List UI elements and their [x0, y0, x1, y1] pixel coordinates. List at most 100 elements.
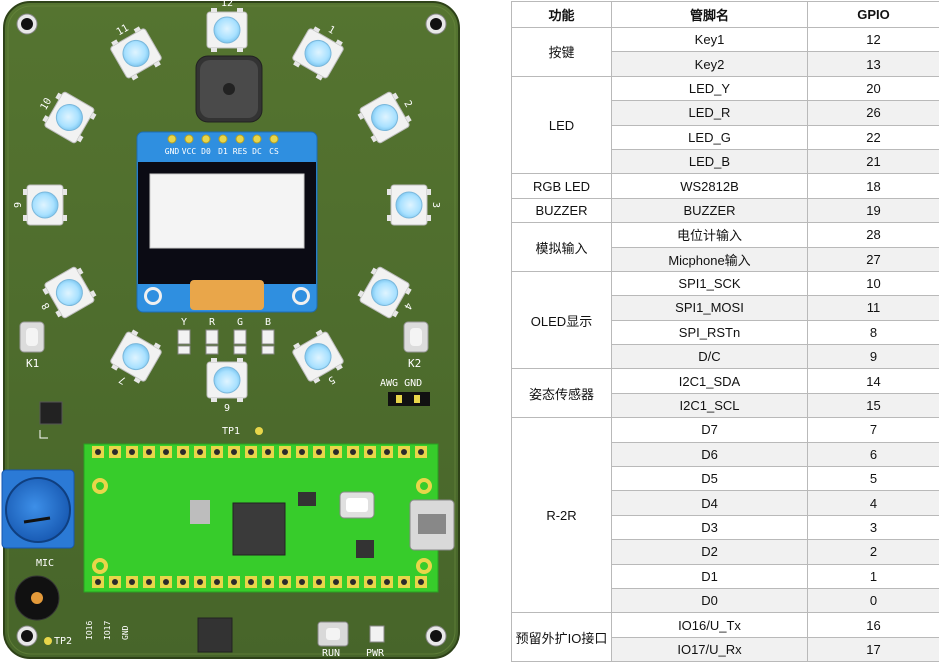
pin-name-cell: 电位计输入: [612, 223, 808, 247]
tp1-label: TP1: [222, 426, 240, 437]
key2-label: K2: [408, 357, 421, 370]
key1-label: K1: [26, 357, 39, 370]
function-cell: RGB LED: [512, 174, 612, 198]
buzzer-component: [196, 56, 262, 122]
gpio-number-cell: 15: [808, 393, 939, 417]
pin-name-cell: LED_B: [612, 149, 808, 173]
indicator-led-label: Y: [181, 317, 187, 328]
pwr-label: PWR: [366, 648, 385, 659]
indicator-led-label: R: [209, 317, 216, 328]
table-row: 预留外扩IO接口IO16/U_Tx16: [512, 613, 939, 637]
gpio-number-cell: 1: [808, 564, 939, 588]
indicator-led-label: G: [237, 317, 243, 328]
led-index-label: 3: [430, 202, 441, 208]
led-index-label: 12: [221, 0, 233, 9]
indicator-led-label: B: [265, 317, 271, 328]
awg-label: AWG GND: [380, 378, 422, 389]
oled-pin-label: DC: [252, 147, 262, 156]
gpio-number-cell: 6: [808, 442, 939, 466]
table-row: 按键Key112: [512, 28, 939, 52]
pin-name-cell: D6: [612, 442, 808, 466]
table-row: RGB LEDWS2812B18: [512, 174, 939, 198]
gpio-number-cell: 26: [808, 101, 939, 125]
gnd-label: GND: [121, 625, 130, 640]
pin-name-cell: I2C1_SCL: [612, 393, 808, 417]
header-gpio: GPIO: [808, 2, 939, 28]
pin-name-cell: BUZZER: [612, 198, 808, 222]
gpio-number-cell: 5: [808, 467, 939, 491]
oled-module: GNDVCCD0D1RESDCCS: [137, 132, 317, 312]
table-row: LEDLED_Y20: [512, 76, 939, 100]
gpio-number-cell: 18: [808, 174, 939, 198]
table-row: 模拟输入电位计输入28: [512, 223, 939, 247]
table-row: OLED显示SPI1_SCK10: [512, 271, 939, 295]
oled-pin-label: GND: [165, 147, 180, 156]
function-cell: R-2R: [512, 418, 612, 613]
pin-name-cell: LED_R: [612, 101, 808, 125]
header-pin-name: 管脚名: [612, 2, 808, 28]
oled-pin-label: RES: [233, 147, 248, 156]
pin-name-cell: Key1: [612, 28, 808, 52]
oled-pin-label: CS: [269, 147, 279, 156]
table-row: BUZZERBUZZER19: [512, 198, 939, 222]
gpio-number-cell: 27: [808, 247, 939, 271]
mic-label: MIC: [36, 558, 54, 569]
function-cell: 姿态传感器: [512, 369, 612, 418]
pico-module: [84, 444, 454, 592]
header-function: 功能: [512, 2, 612, 28]
pin-name-cell: SPI1_SCK: [612, 271, 808, 295]
table-header-row: 功能 管脚名 GPIO: [512, 2, 939, 28]
gpio-number-cell: 16: [808, 613, 939, 637]
gpio-number-cell: 7: [808, 418, 939, 442]
io17-label: IO17: [103, 621, 112, 640]
pin-name-cell: I2C1_SDA: [612, 369, 808, 393]
pin-name-cell: SPI1_MOSI: [612, 296, 808, 320]
pin-name-cell: WS2812B: [612, 174, 808, 198]
pcb-board-render: 121234567891011 GNDVCCD0D1RESDCCS YRGB K…: [0, 0, 462, 660]
gpio-number-cell: 19: [808, 198, 939, 222]
usb-uart-chip: [198, 618, 232, 652]
gpio-number-cell: 17: [808, 637, 939, 661]
led-index-label: 9: [13, 202, 24, 208]
pin-name-cell: LED_Y: [612, 76, 808, 100]
pin-name-cell: D5: [612, 467, 808, 491]
gpio-number-cell: 20: [808, 76, 939, 100]
gpio-number-cell: 11: [808, 296, 939, 320]
function-cell: LED: [512, 76, 612, 174]
gpio-number-cell: 21: [808, 149, 939, 173]
gpio-number-cell: 22: [808, 125, 939, 149]
pin-name-cell: D4: [612, 491, 808, 515]
gpio-number-cell: 8: [808, 320, 939, 344]
pin-name-cell: Micphone输入: [612, 247, 808, 271]
gpio-number-cell: 10: [808, 271, 939, 295]
oled-pin-label: D1: [218, 147, 228, 156]
run-label: RUN: [322, 648, 340, 659]
gpio-number-cell: 0: [808, 588, 939, 612]
gpio-number-cell: 28: [808, 223, 939, 247]
pin-name-cell: D7: [612, 418, 808, 442]
gpio-number-cell: 9: [808, 345, 939, 369]
pin-name-cell: IO16/U_Tx: [612, 613, 808, 637]
function-cell: BUZZER: [512, 198, 612, 222]
pin-name-cell: D3: [612, 515, 808, 539]
table-row: 姿态传感器I2C1_SDA14: [512, 369, 939, 393]
gpio-number-cell: 2: [808, 540, 939, 564]
pin-name-cell: LED_G: [612, 125, 808, 149]
gpio-mapping-table: 功能 管脚名 GPIO 按键Key112Key213LEDLED_Y20LED_…: [511, 1, 939, 662]
table-row: R-2RD77: [512, 418, 939, 442]
pin-name-cell: Key2: [612, 52, 808, 76]
potentiometer: [2, 470, 74, 548]
gpio-number-cell: 3: [808, 515, 939, 539]
gpio-number-cell: 14: [808, 369, 939, 393]
pin-name-cell: SPI_RSTn: [612, 320, 808, 344]
io16-label: IO16: [85, 621, 94, 640]
gpio-number-cell: 12: [808, 28, 939, 52]
function-cell: 按键: [512, 28, 612, 77]
tp2-label: TP2: [54, 636, 72, 647]
gpio-number-cell: 4: [808, 491, 939, 515]
pin-name-cell: D2: [612, 540, 808, 564]
oled-pin-label: D0: [201, 147, 211, 156]
pin-name-cell: D0: [612, 588, 808, 612]
pin-name-cell: IO17/U_Rx: [612, 637, 808, 661]
gpio-number-cell: 13: [808, 52, 939, 76]
